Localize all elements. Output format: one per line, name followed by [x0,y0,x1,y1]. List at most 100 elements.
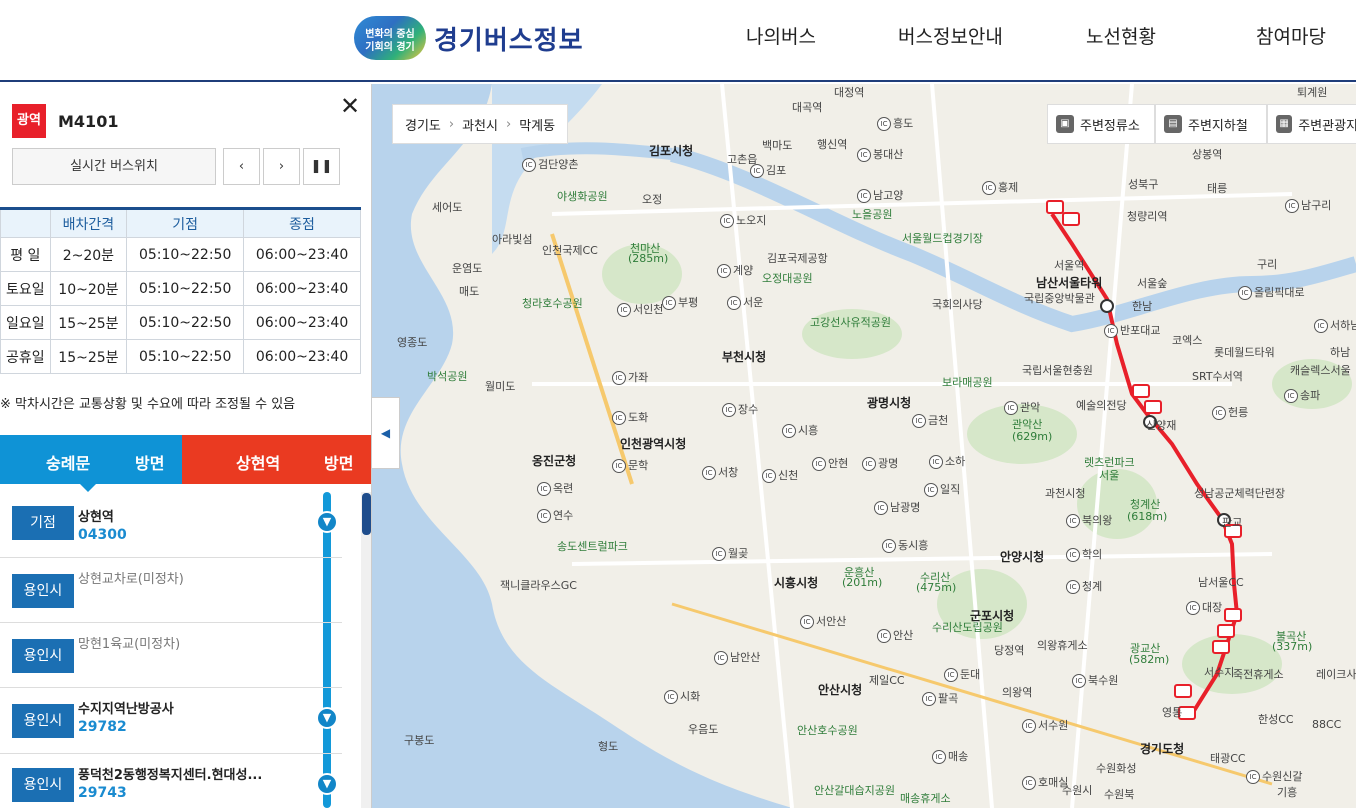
map-label: IC 도화 [612,409,648,425]
realtime-bus-location-button[interactable]: 실시간 버스위치 [12,148,216,185]
bus-marker[interactable] [1174,684,1192,698]
list-item[interactable]: 용인시 풍덕천2동행정복지센터.현대성... 29743 ▼ [0,754,342,808]
building-icon: ▦ [1276,115,1293,133]
map-label: 백마도 [762,139,793,152]
nav-participation[interactable]: 참여마당 [1256,22,1326,49]
map-label: 서울 [1099,469,1120,482]
map-label: 김포국제공항 [767,252,828,265]
map-label: IC 문학 [612,457,648,473]
map-label: (285m) [628,252,669,265]
bus-marker[interactable] [1144,400,1162,414]
map-label: 88CC [1312,718,1342,731]
list-item[interactable]: 용인시 망현1육교(미정차) [0,623,342,688]
map-label: 한남 [1132,300,1153,313]
map-label: 청라호수공원 [522,297,583,310]
schedule-row: 일요일 15~25분 05:10~22:50 06:00~23:40 [0,305,361,340]
map-label: 운염도 [452,262,483,275]
map-label: IC 청계 [1066,578,1102,594]
breadcrumb-item[interactable]: 과천시 [462,115,498,134]
map-label: IC 남안산 [714,649,760,665]
active-tab-indicator [80,484,96,492]
map-label: 인천국제CC [542,244,598,257]
map-label: 캐슬렉스서울 [1290,364,1351,377]
map-label: (582m) [1129,653,1170,666]
map-label: IC 소하 [929,453,965,469]
map-label: (475m) [916,581,957,594]
nav-route-status[interactable]: 노선현황 [1086,22,1156,49]
map-label: 부천시청 [722,350,767,364]
map-label: 김포시청 [649,144,694,158]
bus-marker[interactable] [1224,608,1242,622]
bus-marker[interactable] [1046,200,1064,214]
schedule-table: 배차간격 기점 종점 평 일 2~20분 05:10~22:50 06:00~23:… [0,207,361,374]
map-label: IC 수원신갈 [1246,768,1302,784]
stop-region-badge: 용인시 [12,639,74,673]
map-label: 청량리역 [1127,210,1168,223]
subway-icon: ▤ [1164,115,1182,133]
map-label: 행신역 [817,138,848,151]
map-label: IC 노오지 [720,212,766,228]
stop-list-scrollbar[interactable] [361,492,371,808]
bus-marker[interactable] [1212,640,1230,654]
bus-marker[interactable] [1062,212,1080,226]
chevron-down-icon[interactable]: ▼ [316,707,338,729]
site-header: 변화의 중심 기회의 경기 경기버스정보 나의버스 버스정보안내 노선현황 참여… [0,0,1356,82]
nearby-attractions-button[interactable]: ▦ 주변관광지 [1267,104,1356,144]
stop-name: 상현교차로(미정차) [78,572,184,587]
map-label: 옹진군청 [532,454,577,468]
map-label: IC 송파 [1284,387,1320,403]
map-label: 수원화성 [1096,762,1137,775]
map-label: 구봉도 [404,734,435,747]
pause-button[interactable]: ❚❚ [303,148,340,185]
prev-button[interactable]: ‹ [223,148,260,185]
map-label: IC 서창 [702,464,738,480]
list-item[interactable]: 용인시 상현교차로(미정차) [0,558,342,623]
stop-region-badge: 용인시 [12,574,74,608]
map-label: 퇴계원 [1297,86,1328,99]
map-label: 우음도 [688,723,719,736]
site-logo[interactable]: 변화의 중심 기회의 경기 경기버스정보 [354,16,584,60]
map-label: IC 관악 [1004,399,1040,415]
schedule-header-day [0,208,51,238]
schedule-row: 공휴일 15~25분 05:10~22:50 06:00~23:40 [0,339,361,374]
scrollbar-thumb[interactable] [362,493,371,535]
map-label: IC 일직 [924,481,960,497]
map-label: IC 매송 [932,748,968,764]
stop-region-badge: 기점 [12,506,74,540]
map-label: IC 검단양촌 [522,156,578,172]
nearby-subway-button[interactable]: ▤ 주변지하철 [1155,104,1267,144]
chevron-right-icon: › [448,116,455,132]
tab-direction-sanghyeon[interactable]: 상현역 방면 [182,435,371,484]
direction-tabs: 숭례문 방면 상현역 방면 [0,435,371,492]
route-type-badge: 광역 [12,104,46,138]
map-label: 상봉역 [1192,148,1223,161]
nearby-bus-stops-button[interactable]: ▣ 주변정류소 [1047,104,1155,144]
stop-region-badge: 용인시 [12,704,74,738]
map-view[interactable]: ◀ 경기도 › 과천시 › 막계동 ▣ 주변정류소 ▤ 주변지하철 ▦ 주변관광지 대정역… [372,84,1356,808]
nav-my-bus[interactable]: 나의버스 [746,22,816,49]
map-label: 야생화공원 [557,190,608,203]
map-label: 노을공원 [852,208,893,221]
bus-marker[interactable] [1217,624,1235,638]
next-button[interactable]: › [263,148,300,185]
chevron-down-icon[interactable]: ▼ [316,511,338,533]
schedule-header-start: 기점 [126,208,245,238]
chevron-down-icon[interactable]: ▼ [316,773,338,795]
map-label: IC 가좌 [612,369,648,385]
map-label: (629m) [1012,430,1053,443]
close-icon[interactable]: ✕ [338,94,362,118]
breadcrumb-item[interactable]: 막계동 [519,115,555,134]
tab-direction-sungnyemun[interactable]: 숭례문 방면 [0,435,182,484]
bus-marker[interactable] [1132,384,1150,398]
panel-collapse-button[interactable]: ◀ [372,397,400,469]
breadcrumb-item[interactable]: 경기도 [405,115,441,134]
map-label: 예술의전당 [1076,399,1127,412]
map-label: IC 김포 [750,162,786,178]
list-item[interactable]: 기점 상현역 04300 ▼ [0,492,342,558]
stop-name: 수지지역난방공사 [78,702,174,717]
nav-bus-info[interactable]: 버스정보안내 [898,22,1003,49]
list-item[interactable]: 용인시 수지지역난방공사 29782 ▼ [0,688,342,754]
map-label: IC 서수원 [1022,717,1068,733]
map-label: 영통 [1162,706,1183,719]
map-label: IC 반포대교 [1104,322,1160,338]
